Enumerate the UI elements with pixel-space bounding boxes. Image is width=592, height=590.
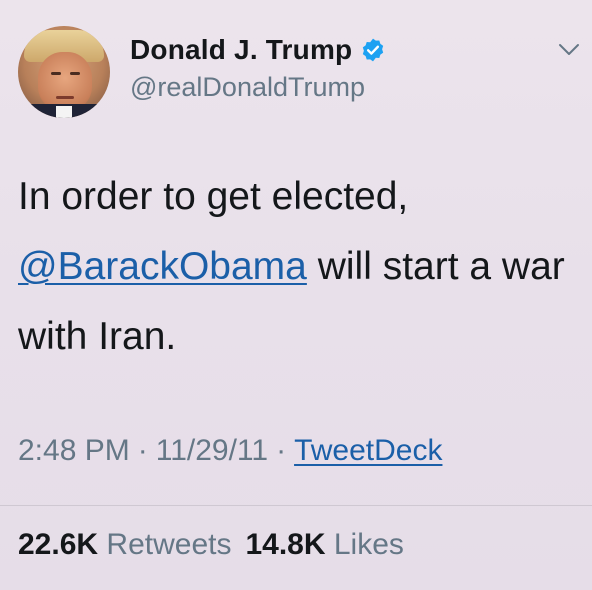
likes-count: 14.8K	[245, 528, 326, 561]
avatar-face	[38, 52, 92, 110]
tweet-stats: 22.6K Retweets 14.8K Likes	[18, 528, 404, 562]
avatar-eye-right	[70, 72, 80, 75]
tweet-time[interactable]: 2:48 PM	[18, 434, 130, 467]
chevron-down-icon[interactable]	[558, 42, 580, 58]
likes-label: Likes	[333, 528, 404, 561]
source-link[interactable]: TweetDeck	[294, 434, 442, 467]
tweet-meta: 2:48 PM · 11/29/11 · TweetDeck	[18, 434, 442, 468]
avatar[interactable]	[18, 26, 110, 118]
name-row: Donald J. Trump	[130, 30, 386, 70]
retweets-count: 22.6K	[18, 528, 99, 561]
meta-separator-2: ·	[276, 434, 287, 467]
mention-link[interactable]: @BarackObama	[18, 245, 307, 288]
tweet-text: In order to get elected, @BarackObama wil…	[18, 162, 578, 372]
avatar-eye-left	[51, 72, 61, 75]
tweet-card: Donald J. Trump @realDonaldTrump In orde…	[0, 0, 592, 590]
avatar-mouth	[56, 96, 74, 99]
divider	[0, 505, 592, 506]
user-handle[interactable]: @realDonaldTrump	[130, 72, 365, 103]
likes-stat[interactable]: 14.8K Likes	[245, 528, 403, 561]
tweet-header: Donald J. Trump @realDonaldTrump	[18, 26, 580, 118]
retweets-label: Retweets	[106, 528, 232, 561]
tweet-date[interactable]: 11/29/11	[156, 434, 268, 467]
avatar-shirt	[56, 106, 72, 118]
tweet-text-part1: In order to get elected,	[18, 175, 409, 218]
verified-badge-icon	[360, 37, 386, 63]
meta-separator: ·	[137, 434, 148, 467]
display-name[interactable]: Donald J. Trump	[130, 34, 352, 66]
retweets-stat[interactable]: 22.6K Retweets	[18, 528, 231, 561]
